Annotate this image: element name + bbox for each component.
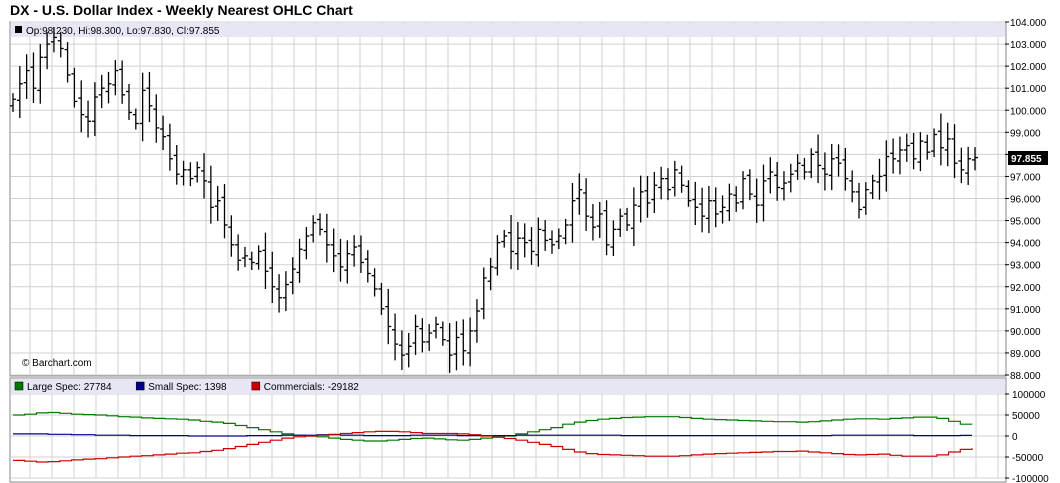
cot-axis: 100000 50000 0 -50000 -100000 [1005, 390, 1049, 483]
y-tick-label: 91.000 [1010, 305, 1041, 316]
y-tick-label: 90.000 [1010, 327, 1041, 338]
chart-canvas: Op:98.230, Hi:98.300, Lo:97.830, Cl:97.8… [9, 18, 1049, 483]
legend-label: Commercials: -29182 [264, 382, 359, 393]
y-tick-label: 102.000 [1010, 62, 1047, 73]
legend-swatch [14, 381, 24, 391]
y-tick-label: 100.000 [1010, 106, 1047, 117]
y-tick-label: 95.000 [1010, 217, 1041, 228]
cot-tick-label: -50000 [1012, 453, 1044, 464]
cot-tick-label: -100000 [1012, 474, 1049, 483]
y-tick-label: 92.000 [1010, 283, 1041, 294]
ohlc-label: Op:98.230, Hi:98.300, Lo:97.830, Cl:97.8… [26, 26, 220, 37]
y-tick-label: 93.000 [1010, 261, 1041, 272]
watermark: © Barchart.com [22, 358, 92, 369]
legend-label: Large Spec: 27784 [27, 382, 112, 393]
last-price-marker: 97.855 [1008, 151, 1048, 165]
legend-entry: Commercials: -29182 [251, 381, 359, 393]
y-tick-label: 101.000 [1010, 84, 1047, 95]
legend-entry: Large Spec: 27784 [14, 381, 112, 393]
y-tick-label: 99.000 [1010, 128, 1041, 139]
legend-label: Small Spec: 1398 [148, 382, 227, 393]
legend-swatch [251, 381, 261, 391]
cot-tick-label: 100000 [1012, 390, 1046, 401]
price-axis: 104.000 103.000 102.000 101.000 100.000 99.00… [1005, 18, 1047, 382]
last-price-label: 97.855 [1011, 154, 1042, 165]
legend-swatch [135, 381, 145, 391]
y-tick-label: 94.000 [1010, 239, 1041, 250]
ohlc-marker-icon [15, 26, 22, 33]
y-tick-label: 89.000 [1010, 349, 1041, 360]
y-tick-label: 103.000 [1010, 40, 1047, 51]
cot-tick-label: 50000 [1012, 411, 1040, 422]
legend-entry: Small Spec: 1398 [135, 381, 227, 393]
y-tick-label: 104.000 [1010, 18, 1047, 29]
y-tick-label: 88.000 [1010, 371, 1041, 382]
cot-legend: Large Spec: 27784 Small Spec: 1398 Commerc… [14, 381, 359, 393]
y-tick-label: 97.000 [1010, 172, 1041, 183]
cot-tick-label: 0 [1012, 432, 1018, 443]
y-tick-label: 96.000 [1010, 195, 1041, 206]
